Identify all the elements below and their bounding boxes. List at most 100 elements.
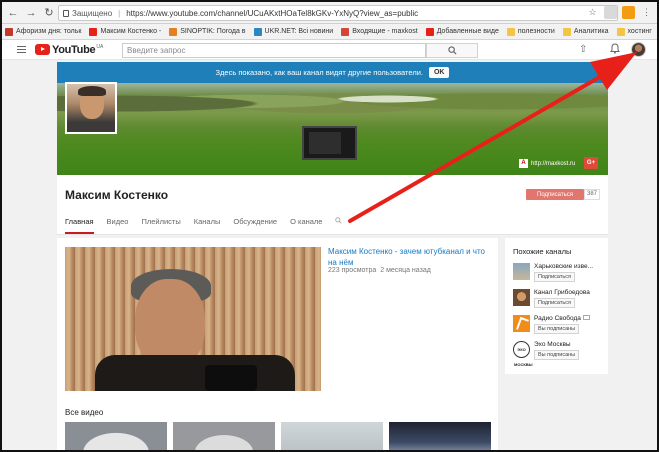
preview-notice-bar: Здесь показано, как ваш канал видят друг… [57, 62, 608, 83]
extension-orange-icon[interactable] [622, 6, 635, 19]
extension-icon[interactable] [604, 6, 617, 19]
related-channel-name[interactable]: Эхо Москвы [534, 341, 579, 348]
bookmark-folder[interactable]: полезности [506, 27, 555, 36]
related-channels-title: Похожие каналы [513, 247, 572, 256]
search-button[interactable] [426, 43, 478, 58]
related-channel-avatar[interactable] [513, 315, 530, 332]
folder-icon [506, 27, 515, 36]
bookmark-item[interactable]: SINOPTIK: Погода в [169, 27, 246, 36]
video-thumbnail[interactable] [281, 422, 383, 450]
email-icon [582, 315, 590, 320]
related-subscribed-button[interactable]: Вы подписаны [534, 350, 580, 360]
featured-video-meta: 223 просмотра 2 месяца назад [328, 267, 431, 274]
related-subscribe-button[interactable]: Подписаться [534, 298, 575, 308]
subscribe-button[interactable]: Подписаться [526, 189, 584, 200]
related-channels-panel: Похожие каналы Харьковские изве... Подпи… [505, 238, 608, 374]
logo-region: UA [96, 43, 104, 50]
hamburger-menu-icon[interactable] [17, 46, 26, 53]
notification-bell-icon[interactable] [610, 43, 620, 57]
search-icon [447, 46, 457, 55]
bookmark-star-icon[interactable]: ☆ [586, 6, 599, 19]
banner-tv-image [302, 126, 357, 160]
related-channel-item: Харьковские изве... Подписаться [513, 263, 593, 282]
preview-notice-text: Здесь показано, как ваш канал видят друг… [215, 68, 423, 77]
bookmark-favicon [169, 27, 178, 36]
related-channel-item: Канал Грибоедова Подписаться [513, 289, 590, 308]
related-subscribe-button[interactable]: Подписаться [534, 272, 575, 282]
bookmark-favicon [89, 27, 98, 36]
folder-icon [616, 27, 625, 36]
tab-playlists[interactable]: Плейлисты [141, 217, 180, 234]
upload-icon[interactable]: ⇧ [579, 44, 587, 55]
lock-icon [63, 9, 69, 17]
bookmark-item[interactable]: Входящие - maxkost [341, 27, 418, 36]
secure-label: Защищено [72, 8, 113, 18]
youtube-header: YouTube UA Введите запрос ⇧ [2, 40, 657, 60]
url-bar[interactable]: Защищено | https://www.youtube.com/chann… [58, 5, 618, 21]
related-channel-item: ЭХО МОСКВЫ Эхо Москвы Вы подписаны [513, 341, 580, 367]
video-thumbnail[interactable] [389, 422, 491, 450]
bookmark-item[interactable]: UKR.NET: Всі новини [253, 27, 333, 36]
video-thumbnail-row [65, 422, 491, 450]
featured-views: 223 просмотра [328, 267, 377, 274]
reload-icon[interactable]: ↻ [42, 6, 56, 20]
related-channel-item: Радио Свобода Вы подписаны [513, 315, 590, 334]
all-videos-heading[interactable]: Все видео [65, 408, 103, 417]
forward-arrow-icon[interactable]: → [24, 6, 38, 20]
thumbnail-shirt [95, 355, 295, 391]
related-channel-name[interactable]: Канал Грибоедова [534, 289, 590, 296]
notice-ok-button[interactable]: OK [428, 67, 450, 78]
browser-menu-icon[interactable]: ⋮ [640, 6, 653, 19]
bookmark-favicon [5, 27, 13, 36]
bookmark-item[interactable]: Максим Костенко - [89, 27, 161, 36]
featured-video-title[interactable]: Максим Костенко - зачем ютубканал и что … [328, 246, 494, 268]
url-text: https://www.youtube.com/channel/UCuAKxtH… [126, 8, 419, 18]
google-plus-icon[interactable]: G+ [584, 157, 598, 169]
subscribe-label: Подписаться [537, 191, 573, 198]
tab-videos[interactable]: Видео [107, 217, 129, 234]
related-channel-name[interactable]: Радио Свобода [534, 315, 590, 322]
channel-avatar[interactable] [65, 82, 117, 134]
channel-tabs: Главная Видео Плейлисты Каналы Обсуждени… [65, 217, 343, 234]
bookmark-item[interactable]: Добавленные виде [425, 27, 499, 36]
website-icon: A [519, 159, 528, 168]
bookmarks-bar: Афоризм дня: тольк Максим Костенко - SIN… [2, 24, 657, 40]
account-avatar[interactable] [631, 42, 646, 57]
bookmark-favicon [341, 27, 350, 36]
back-arrow-icon[interactable]: ← [6, 6, 20, 20]
featured-age: 2 месяца назад [380, 267, 431, 274]
channel-main-content: Максим Костенко - зачем ютубканал и что … [57, 238, 498, 450]
thumbnail-camera [205, 365, 257, 391]
echo-moscow-logo[interactable]: ЭХО МОСКВЫ [513, 341, 533, 367]
channel-header: Максим Костенко Подписаться 387 Главная … [57, 175, 608, 235]
bookmark-folder[interactable]: хостинг [616, 27, 652, 36]
related-channel-name[interactable]: Харьковские изве... [534, 263, 593, 270]
youtube-logo[interactable]: YouTube UA [35, 44, 103, 56]
logo-text: YouTube [52, 43, 96, 56]
folder-icon [562, 27, 571, 36]
tab-home[interactable]: Главная [65, 217, 94, 234]
browser-window: ← → ↻ Защищено | https://www.youtube.com… [0, 0, 659, 452]
bookmark-favicon [425, 27, 434, 36]
bookmark-favicon [253, 27, 262, 36]
tab-channels[interactable]: Каналы [194, 217, 221, 234]
bookmark-folder[interactable]: Аналитика [562, 27, 609, 36]
channel-search-icon[interactable] [335, 217, 343, 234]
channel-name: Максим Костенко [65, 188, 169, 202]
featured-video-thumbnail[interactable] [65, 247, 321, 391]
url-separator: | [118, 8, 121, 18]
video-thumbnail[interactable] [65, 422, 167, 450]
tab-about[interactable]: О канале [290, 217, 322, 234]
tab-discussion[interactable]: Обсуждение [233, 217, 277, 234]
search-input[interactable]: Введите запрос [122, 43, 426, 58]
related-channel-avatar[interactable] [513, 263, 530, 280]
bookmark-item[interactable]: Афоризм дня: тольк [5, 27, 81, 36]
address-bar-row: ← → ↻ Защищено | https://www.youtube.com… [2, 2, 657, 24]
related-channel-avatar[interactable] [513, 289, 530, 306]
related-subscribed-button[interactable]: Вы подписаны [534, 324, 580, 334]
banner-website-link[interactable]: A http://maxkost.ru [519, 159, 575, 168]
youtube-play-icon [35, 44, 50, 55]
video-thumbnail[interactable] [173, 422, 275, 450]
subscriber-count: 387 [584, 189, 600, 200]
browser-toolbar-right: ☆ ⋮ [586, 6, 653, 19]
